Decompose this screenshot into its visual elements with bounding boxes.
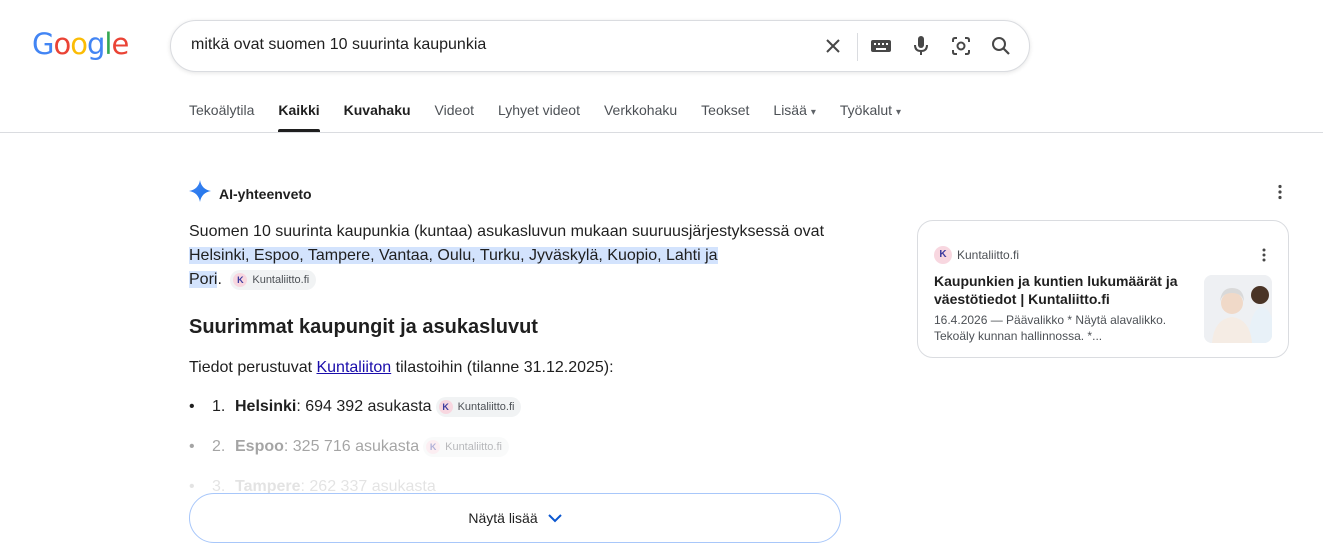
search-tabs: Tekoälytila Kaikki Kuvahaku Videot Lyhye… (189, 102, 925, 132)
tab-web[interactable]: Verkkohaku (604, 102, 677, 132)
city-name: Espoo (235, 438, 284, 455)
kuntaliitto-logo-icon: K (426, 440, 441, 454)
summary-highlight-end: Pori (189, 271, 218, 288)
section-heading: Suurimmat kaupungit ja asukasluvut (189, 316, 538, 338)
tab-all[interactable]: Kaikki (278, 102, 320, 132)
summary-intro: Suomen 10 suurinta kaupunkia (kuntaa) as… (189, 223, 825, 240)
clear-icon[interactable] (821, 34, 845, 58)
source-chip[interactable]: K Kuntaliitto.fi (230, 270, 317, 290)
source-chip-label: Kuntaliitto.fi (457, 401, 515, 413)
summary-period: . (217, 271, 222, 288)
source-chip-label: Kuntaliitto.fi (445, 441, 502, 453)
population-text: : 694 392 asukasta (296, 398, 432, 415)
show-more-label: Näytä lisää (468, 510, 538, 526)
kuntaliitto-logo-icon: K (233, 273, 248, 287)
card-snippet: 16.4.2026 — Päävalikko * Näytä alavalikk… (934, 313, 1167, 343)
kuntaliitto-link[interactable]: Kuntaliiton (316, 359, 391, 376)
card-title[interactable]: Kaupunkien ja kuntien lukumäärät ja väes… (934, 272, 1194, 308)
caret-down-icon: ▾ (896, 107, 902, 118)
tab-videos[interactable]: Videot (435, 102, 474, 132)
list-item: • 1. Helsinki: 694 392 asukasta K Kuntali… (189, 395, 522, 419)
caret-down-icon: ▾ (810, 107, 816, 118)
sparkle-icon (189, 180, 211, 207)
list-number: 2. (212, 438, 226, 455)
keyboard-icon[interactable] (869, 34, 893, 58)
card-thumbnail[interactable] (1204, 275, 1272, 343)
kuntaliitto-logo-icon: K (934, 246, 952, 264)
tab-ai-mode[interactable]: Tekoälytila (189, 102, 254, 132)
list-item: • 2. Espoo: 325 716 asukasta K Kuntaliitt… (189, 435, 509, 459)
show-more-button[interactable]: Näytä lisää (189, 493, 841, 543)
source-paragraph: Tiedot perustuvat Kuntaliiton tilastoihi… (189, 356, 614, 380)
source-chip[interactable]: K Kuntaliitto.fi (423, 437, 509, 457)
chevron-down-icon (547, 514, 562, 523)
tab-more[interactable]: Lisää ▾ (773, 102, 816, 132)
tabs-divider (0, 132, 1323, 133)
tab-short-videos[interactable]: Lyhyet videot (498, 102, 580, 132)
tab-more-label: Lisää (773, 102, 807, 118)
ai-overview-header: AI-yhteenveto (189, 180, 312, 207)
search-icon[interactable] (989, 34, 1013, 58)
card-source[interactable]: K Kuntaliitto.fi (934, 246, 1019, 264)
tab-images[interactable]: Kuvahaku (344, 102, 411, 132)
more-vert-icon[interactable] (1256, 247, 1272, 263)
google-logo[interactable]: Google (32, 28, 129, 60)
search-box[interactable]: mitkä ovat suomen 10 suurinta kaupunkia (170, 20, 1030, 72)
source-card[interactable]: K Kuntaliitto.fi Kaupunkien ja kuntien l… (917, 220, 1289, 358)
paragraph-text-after: tilastoihin (tilanne 31.12.2025): (391, 359, 614, 376)
kuntaliitto-logo-icon: K (438, 400, 453, 414)
population-text: : 325 716 asukasta (283, 438, 420, 455)
tab-tools[interactable]: Työkalut ▾ (840, 102, 901, 132)
list-number: 1. (212, 398, 226, 415)
more-vert-icon[interactable] (1272, 183, 1288, 201)
mic-icon[interactable] (909, 34, 933, 58)
tab-tools-label: Työkalut (839, 102, 893, 118)
source-chip-label: Kuntaliitto.fi (252, 274, 310, 286)
tab-books[interactable]: Teokset (701, 102, 749, 132)
ai-overview-title: AI-yhteenveto (219, 185, 312, 202)
search-input[interactable]: mitkä ovat suomen 10 suurinta kaupunkia (191, 36, 486, 54)
paragraph-text-before: Tiedot perustuvat (189, 359, 317, 376)
card-source-name: Kuntaliitto.fi (957, 248, 1020, 262)
bullet: • (189, 398, 195, 415)
source-chip[interactable]: K Kuntaliitto.fi (435, 397, 522, 417)
summary-highlight: Helsinki, Espoo, Tampere, Vantaa, Oulu, … (189, 247, 718, 264)
search-divider (857, 33, 858, 61)
ai-overview-summary: Suomen 10 suurinta kaupunkia (kuntaa) as… (189, 220, 849, 292)
bullet: • (189, 438, 195, 455)
lens-icon[interactable] (949, 34, 973, 58)
city-name: Helsinki (235, 398, 297, 415)
